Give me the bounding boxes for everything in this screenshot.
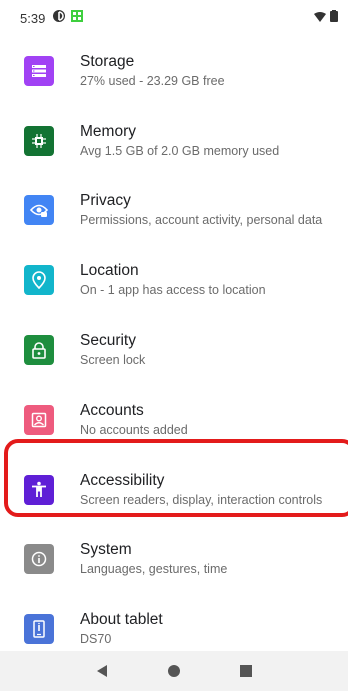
settings-item-system[interactable]: System Languages, gestures, time (0, 525, 348, 595)
recents-icon[interactable] (234, 659, 258, 683)
status-time: 5:39 (20, 10, 46, 26)
settings-item-title: About tablet (80, 611, 163, 629)
battery-icon (330, 9, 338, 27)
settings-item-title: Storage (80, 52, 135, 70)
settings-item-title: System (80, 541, 132, 559)
settings-list: Storage 27% used - 23.29 GB free Memory … (0, 36, 348, 664)
settings-item-privacy[interactable]: Privacy Permissions, account activity, p… (0, 176, 348, 246)
privacy-eye-icon (24, 195, 54, 226)
settings-item-title: Memory (80, 122, 136, 140)
settings-item-subtitle: 27% used - 23.29 GB free (80, 73, 225, 88)
status-app-icon (53, 9, 66, 27)
settings-item-title: Location (80, 262, 139, 280)
settings-item-title: Security (80, 332, 136, 350)
storage-icon (24, 55, 54, 86)
wifi-icon (314, 9, 326, 27)
settings-item-title: Accounts (80, 401, 144, 419)
settings-item-accounts[interactable]: Accounts No accounts added (0, 385, 348, 455)
accessibility-icon (24, 474, 54, 505)
location-pin-icon (24, 265, 54, 296)
settings-item-storage[interactable]: Storage 27% used - 23.29 GB free (0, 36, 348, 106)
tablet-icon (24, 614, 54, 645)
settings-item-subtitle: Avg 1.5 GB of 2.0 GB memory used (80, 143, 280, 158)
memory-chip-icon (24, 125, 54, 156)
home-icon[interactable] (162, 659, 186, 683)
settings-item-subtitle: On - 1 app has access to location (80, 283, 266, 298)
account-icon (24, 404, 54, 435)
lock-icon (24, 335, 54, 366)
settings-item-subtitle: Permissions, account activity, personal … (80, 213, 323, 228)
settings-item-subtitle: DS70 (80, 632, 112, 647)
settings-item-subtitle: No accounts added (80, 422, 188, 437)
settings-item-subtitle: Languages, gestures, time (80, 562, 228, 577)
settings-item-location[interactable]: Location On - 1 app has access to locati… (0, 245, 348, 315)
navigation-bar (0, 651, 348, 691)
settings-item-accessibility[interactable]: Accessibility Screen readers, display, i… (0, 455, 348, 525)
status-bar: 5:39 (0, 0, 348, 36)
settings-item-memory[interactable]: Memory Avg 1.5 GB of 2.0 GB memory used (0, 106, 348, 176)
settings-item-subtitle: Screen lock (80, 353, 146, 368)
settings-item-subtitle: Screen readers, display, interaction con… (80, 492, 323, 507)
back-icon[interactable] (90, 659, 114, 683)
info-icon (24, 544, 54, 575)
settings-item-title: Accessibility (80, 471, 165, 489)
settings-item-title: Privacy (80, 192, 131, 210)
settings-item-security[interactable]: Security Screen lock (0, 315, 348, 385)
status-notification-icon (71, 9, 84, 27)
